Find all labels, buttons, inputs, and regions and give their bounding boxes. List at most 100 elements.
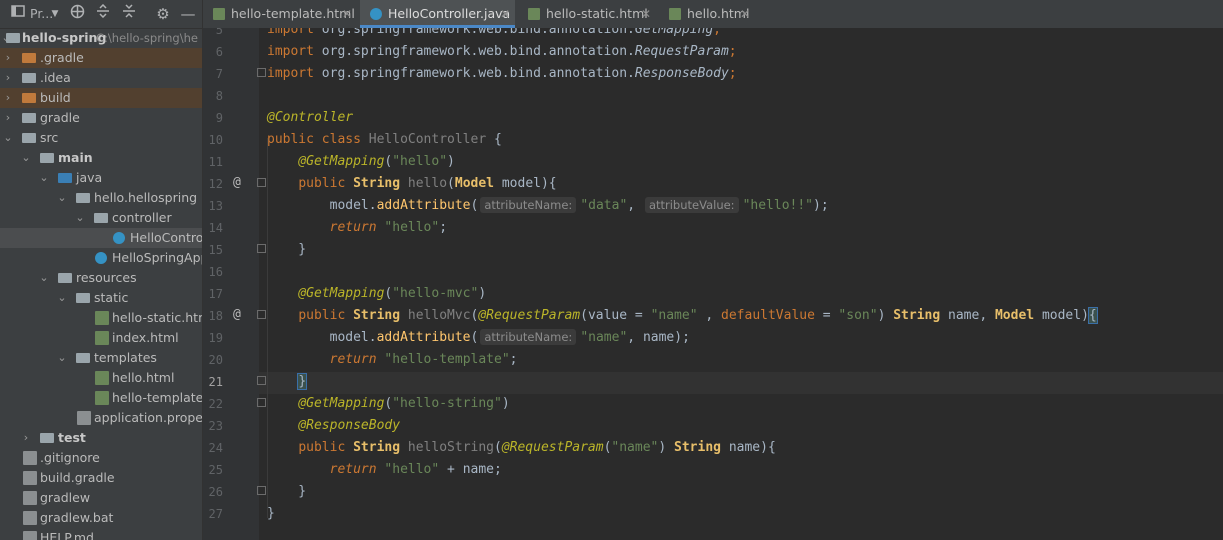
tree-item-build-gradle[interactable]: build.gradle [0, 468, 202, 488]
tree-item-hellocontroller[interactable]: HelloControll [0, 228, 202, 248]
tree-item-hello-html[interactable]: hello.html [0, 368, 202, 388]
tree-item-idea[interactable]: › .idea [0, 68, 202, 88]
line-number: 10 [208, 133, 223, 147]
code-editor[interactable]: 5 6 7 8 9 10 11 12 13 14 15 16 17 18 19 … [203, 28, 1223, 540]
tree-item-gradle-dir[interactable]: › .gradle [0, 48, 202, 68]
type: String [353, 308, 401, 323]
chevron-down-icon[interactable]: ⌄ [20, 148, 32, 168]
keyword: public [298, 176, 346, 191]
chevron-right-icon[interactable]: › [2, 108, 14, 128]
code-line-21: } [297, 373, 308, 390]
line-number: 12 [208, 177, 223, 191]
close-icon[interactable]: ✕ [342, 0, 352, 28]
tree-root[interactable]: ⌄ hello-spring C:\hello-spring\he [0, 28, 202, 48]
fold-icon[interactable] [257, 244, 266, 253]
code-line-24: public String helloString(@RequestParam(… [298, 440, 776, 455]
tree-item-src[interactable]: ⌄ src [0, 128, 202, 148]
close-icon[interactable]: ✕ [740, 0, 750, 28]
keyword: public [267, 132, 314, 147]
type: String [353, 440, 401, 455]
tree-item-java[interactable]: ⌄ java [0, 168, 202, 188]
tree-item-hellospringapplication[interactable]: HelloSpringAppli [0, 248, 202, 268]
chevron-down-icon[interactable]: ⌄ [56, 188, 68, 208]
crosshair-icon[interactable] [68, 4, 86, 24]
java-class-icon [113, 232, 125, 244]
line-number: 9 [215, 111, 223, 125]
fold-icon[interactable] [257, 376, 266, 385]
keyword: return [329, 352, 377, 367]
method-name: helloString [407, 440, 494, 455]
type: String [674, 440, 721, 455]
line-number: 26 [208, 485, 223, 499]
tree-item-gradle[interactable]: › gradle [0, 108, 202, 128]
project-panel: Pr... ▼ ⚙ — ⌄ hello-spring C:\hello-spri… [0, 0, 203, 540]
close-icon[interactable]: ✕ [641, 0, 651, 28]
overrides-marker-icon[interactable]: @ [233, 307, 241, 322]
tree-item-label: HelloControll [130, 230, 203, 245]
tree-item-label: controller [112, 210, 172, 225]
tree-item-help-md[interactable]: HELP.md [0, 528, 202, 540]
code-line-14: return "hello"; [329, 220, 448, 235]
fold-icon[interactable] [257, 310, 266, 319]
line-number: 25 [208, 463, 223, 477]
close-icon[interactable]: ✕ [500, 0, 510, 28]
fold-icon[interactable] [257, 486, 266, 495]
tab-hello-template[interactable]: hello-template.html ✕ [203, 0, 357, 28]
project-view-icon[interactable] [10, 4, 26, 24]
tree-item-label: .gitignore [40, 450, 100, 465]
tree-item-index[interactable]: index.html [0, 328, 202, 348]
chevron-down-icon[interactable]: ⌄ [56, 288, 68, 308]
tab-label: hello-template.html [231, 6, 355, 21]
code-line-13: model.addAttribute(attributeName: "data",… [329, 197, 829, 213]
method-call: addAttribute [376, 330, 471, 345]
line-number: 18 [208, 309, 223, 323]
code-line-15: } [267, 242, 307, 257]
tree-item-build[interactable]: › build [0, 88, 202, 108]
gear-icon[interactable]: ⚙ [154, 4, 172, 24]
tree-item-gitignore[interactable]: .gitignore [0, 448, 202, 468]
tree-item-test[interactable]: › test [0, 428, 202, 448]
tab-hello-static[interactable]: hello-static.html ✕ [518, 0, 656, 28]
fold-icon[interactable] [257, 68, 266, 77]
type: String [353, 176, 401, 191]
overrides-marker-icon[interactable]: @ [233, 175, 241, 190]
html-file-icon [95, 331, 109, 345]
tree-item-templates[interactable]: ⌄ templates [0, 348, 202, 368]
tab-hello-html[interactable]: hello.html ✕ [659, 0, 759, 28]
keyword: return [329, 220, 377, 235]
tree-item-application-properties[interactable]: application.propertie [0, 408, 202, 428]
tree-item-label: HelloSpringAppli [112, 250, 202, 265]
tree-item-gradlew[interactable]: gradlew [0, 488, 202, 508]
tab-hellocontroller[interactable]: HelloController.java ✕ [360, 0, 515, 28]
tree-item-resources[interactable]: ⌄ resources [0, 268, 202, 288]
chevron-right-icon[interactable]: › [2, 68, 14, 88]
collapse-all-icon[interactable] [120, 4, 138, 24]
tree-item-static[interactable]: ⌄ static [0, 288, 202, 308]
tree-item-hello-template[interactable]: hello-template.ht [0, 388, 202, 408]
chevron-down-icon[interactable]: ⌄ [38, 268, 50, 288]
tree-item-controller[interactable]: ⌄ controller [0, 208, 202, 228]
html-file-icon [95, 391, 109, 405]
tree-item-gradlew-bat[interactable]: gradlew.bat [0, 508, 202, 528]
dropdown-icon[interactable]: ▼ [50, 4, 60, 24]
chevron-down-icon[interactable]: ⌄ [2, 128, 14, 148]
chevron-down-icon[interactable]: ⌄ [56, 348, 68, 368]
annotation: @RequestParam [501, 440, 604, 455]
package-path: org.springframework.web.bind.annotation. [321, 66, 635, 81]
fold-icon[interactable] [257, 398, 266, 407]
package-icon [76, 193, 90, 203]
chevron-down-icon[interactable]: ⌄ [38, 168, 50, 188]
chevron-down-icon[interactable]: ⌄ [74, 208, 86, 228]
chevron-right-icon[interactable]: › [2, 88, 14, 108]
tree-item-main[interactable]: ⌄ main [0, 148, 202, 168]
project-view-label[interactable]: Pr... [30, 4, 53, 24]
tree-item-hello-static[interactable]: hello-static.html [0, 308, 202, 328]
line-number: 19 [208, 331, 223, 345]
minimize-icon[interactable]: — [180, 4, 196, 24]
chevron-right-icon[interactable]: › [20, 428, 32, 448]
fold-icon[interactable] [257, 178, 266, 187]
expand-all-icon[interactable] [94, 3, 112, 24]
method-name: helloMvc [407, 308, 471, 323]
tree-item-package[interactable]: ⌄ hello.hellospring [0, 188, 202, 208]
chevron-right-icon[interactable]: › [2, 48, 14, 68]
